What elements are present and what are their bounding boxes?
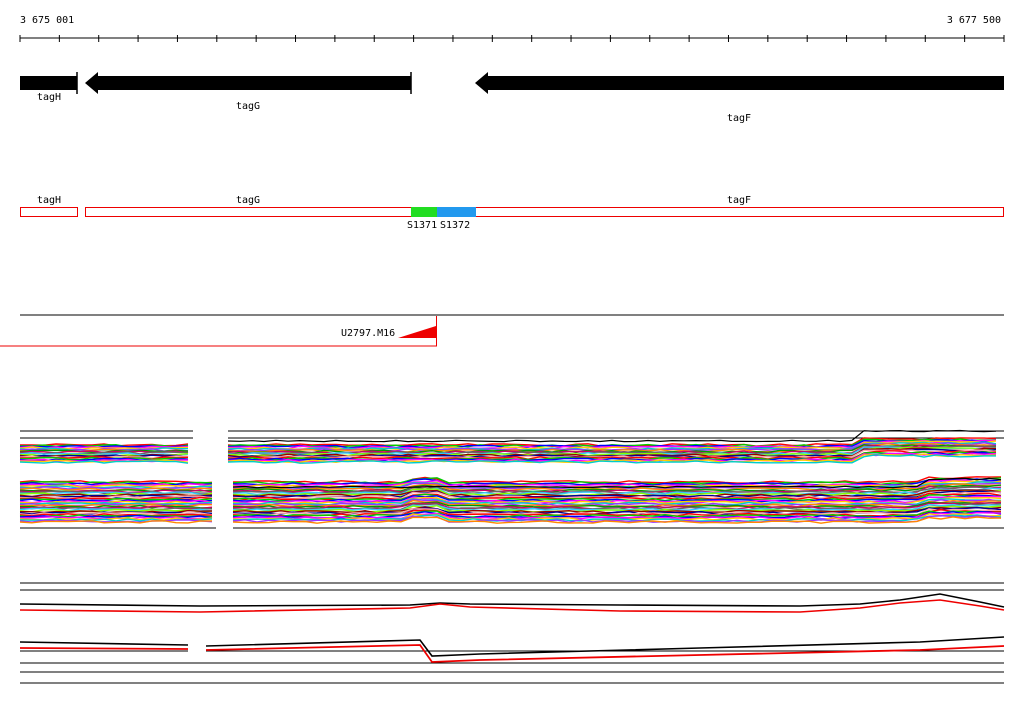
- gene-label-tagf: tagF: [727, 113, 751, 124]
- expression-profile-line: [233, 476, 1002, 484]
- gene-label-tagg: tagG: [236, 101, 260, 112]
- transcript-track: U2797.M16: [0, 314, 1004, 347]
- expression-profiles-aggregate: [19, 582, 1005, 684]
- segment-gene-label-tagh: tagH: [37, 195, 61, 206]
- aggregate-profile-black: [19, 641, 189, 646]
- gene-track: tagH tagG tagF: [20, 72, 1004, 124]
- ruler-end-label: 3 677 500: [947, 15, 1001, 26]
- aggregate-profile-red: [19, 647, 189, 650]
- aggregate-profile-black: [19, 593, 1005, 608]
- gene-arrow-taghh[interactable]: [20, 76, 77, 90]
- segment-box-tagh[interactable]: [20, 207, 78, 217]
- genome-browser-view: 3 675 001 3 677 500 tagH tagG tagF tagH …: [0, 15, 1005, 684]
- segment-track: tagH tagG tagF S1371 S1372: [20, 195, 1004, 231]
- ruler-start-label: 3 675 001: [20, 15, 74, 26]
- gene-arrow-tagg[interactable]: [85, 72, 411, 94]
- transcript-wedge: [398, 326, 436, 338]
- segment-gene-label-tagg: tagG: [236, 195, 260, 206]
- segment-label-s1372: S1372: [440, 220, 470, 231]
- gene-label-tagh: tagH: [37, 92, 61, 103]
- expression-profiles-multicolor: [19, 429, 1004, 529]
- segment-s1372[interactable]: [437, 207, 476, 217]
- segment-gene-label-tagf: tagF: [727, 195, 751, 206]
- segment-box-tagg-tagf[interactable]: [85, 207, 1004, 217]
- segment-s1371[interactable]: [411, 207, 437, 217]
- aggregate-profile-red: [205, 644, 1005, 663]
- segment-label-s1371: S1371: [407, 220, 437, 231]
- coordinate-ruler: 3 675 001 3 677 500: [19, 15, 1005, 42]
- gene-arrow-tagf[interactable]: [475, 72, 1004, 94]
- transcript-label: U2797.M16: [341, 328, 395, 339]
